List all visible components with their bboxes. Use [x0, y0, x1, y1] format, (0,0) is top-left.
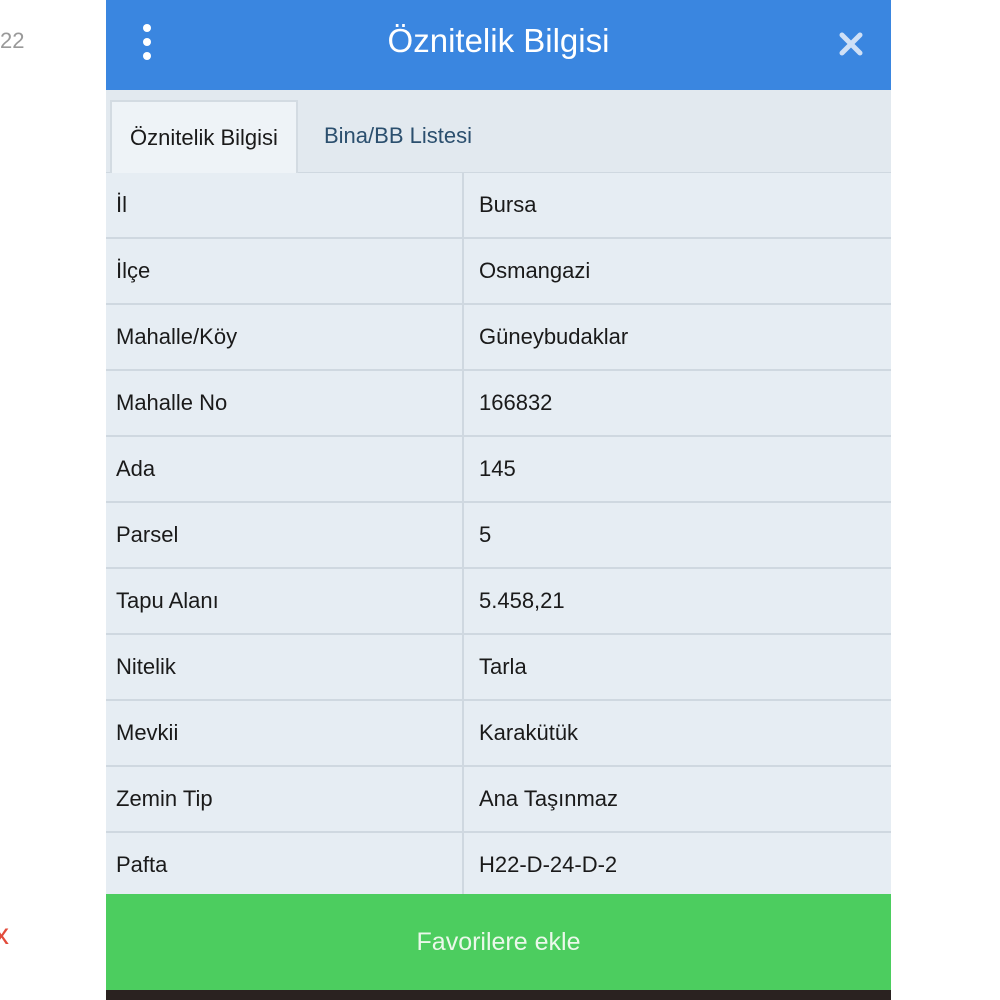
table-row: Zemin Tip Ana Taşınmaz [106, 767, 891, 833]
attribute-value: 5.458,21 [479, 588, 565, 613]
close-icon[interactable] [833, 26, 869, 62]
dialog-title: Öznitelik Bilgisi [387, 22, 610, 59]
attribute-value: 166832 [479, 390, 553, 415]
attribute-key: Tapu Alanı [116, 588, 219, 613]
table-row: Mahalle No 166832 [106, 371, 891, 437]
attribute-key: İl [116, 192, 127, 217]
column-divider [462, 305, 464, 369]
background-text-fragment: 22 [0, 28, 25, 53]
attribute-value: Ana Taşınmaz [479, 786, 619, 811]
bottom-edge [106, 990, 891, 1000]
attribute-value: H22-D-24-D-2 [479, 852, 618, 877]
column-divider [462, 371, 464, 435]
table-row: Tapu Alanı 5.458,21 [106, 569, 891, 635]
attribute-key: Ada [116, 456, 156, 481]
table-row: İlçe Osmangazi [106, 239, 891, 305]
attribute-value: 145 [479, 456, 516, 481]
attribute-key: Pafta [116, 852, 168, 877]
table-row: Ada 145 [106, 437, 891, 503]
table-row: İl Bursa [106, 173, 891, 239]
column-divider [462, 569, 464, 633]
tab-bar: Öznitelik Bilgisi Bina/BB Listesi [106, 90, 891, 174]
tab-building-list[interactable]: Bina/BB Listesi [306, 100, 490, 172]
attribute-value: Tarla [479, 654, 527, 679]
tab-attribute-info[interactable]: Öznitelik Bilgisi [110, 100, 298, 174]
attribute-value: 5 [479, 522, 492, 547]
column-divider [462, 701, 464, 765]
attribute-key: Mahalle No [116, 390, 228, 415]
column-divider [462, 173, 464, 237]
table-row: Parsel 5 [106, 503, 891, 569]
attribute-key: Nitelik [116, 654, 176, 679]
column-divider [462, 437, 464, 501]
attribute-key: Parsel [116, 522, 179, 547]
attribute-key: İlçe [116, 258, 151, 283]
table-row: Nitelik Tarla [106, 635, 891, 701]
attribute-value: Güneybudaklar [479, 324, 629, 349]
column-divider [462, 767, 464, 831]
column-divider [462, 635, 464, 699]
background-close-fragment: x [0, 918, 9, 951]
dialog-header: Öznitelik Bilgisi [106, 0, 891, 90]
column-divider [462, 503, 464, 567]
attribute-value: Bursa [479, 192, 537, 217]
attribute-table: İl Bursa İlçe Osmangazi Mahalle/Köy Güne… [106, 173, 891, 899]
column-divider [462, 239, 464, 303]
table-row: Pafta H22-D-24-D-2 [106, 833, 891, 899]
attribute-value: Osmangazi [479, 258, 591, 283]
attribute-info-dialog: Öznitelik Bilgisi Öznitelik Bilgisi Bina… [106, 0, 891, 1000]
attribute-key: Mevkii [116, 720, 179, 745]
attribute-key: Zemin Tip [116, 786, 213, 811]
table-row: Mevkii Karakütük [106, 701, 891, 767]
column-divider [462, 833, 464, 897]
table-row: Mahalle/Köy Güneybudaklar [106, 305, 891, 371]
attribute-value: Karakütük [479, 720, 579, 745]
attribute-key: Mahalle/Köy [116, 324, 238, 349]
add-to-favorites-button[interactable]: Favorilere ekle [106, 894, 891, 990]
